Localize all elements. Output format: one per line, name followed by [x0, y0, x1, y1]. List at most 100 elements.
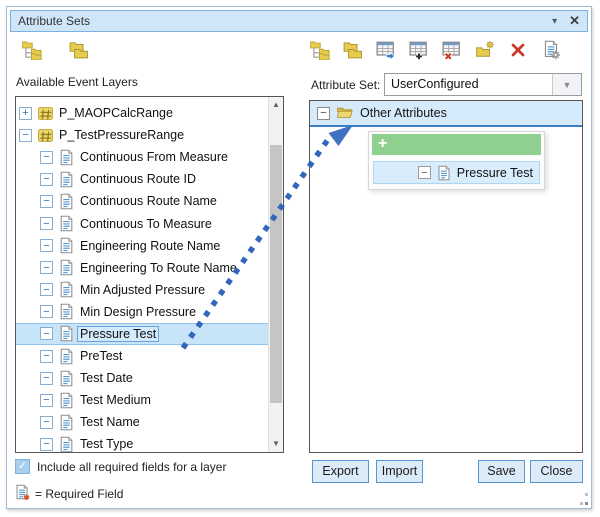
- table-export-icon: [376, 40, 396, 60]
- tree-item-label: Test Name: [80, 415, 140, 429]
- tree-item-label: Continuous From Measure: [80, 150, 228, 164]
- tree-item[interactable]: − Min Design Pressure: [16, 301, 268, 323]
- collapse-icon[interactable]: −: [40, 239, 53, 252]
- tree-item[interactable]: − Continuous To Measure: [16, 212, 268, 234]
- field-icon: [58, 193, 75, 210]
- dropdown-button[interactable]: ▼: [552, 74, 581, 95]
- scrollbar[interactable]: ▲ ▼: [268, 97, 283, 452]
- resize-grip[interactable]: [576, 493, 588, 505]
- collapse-folders-button[interactable]: [69, 40, 89, 60]
- table-add-icon: [409, 40, 429, 60]
- tree-item-label: Continuous Route Name: [80, 194, 217, 208]
- tree-item[interactable]: − Min Adjusted Pressure: [16, 279, 268, 301]
- drag-preview: + − Pressure Test: [368, 131, 545, 190]
- collapse-icon[interactable]: −: [317, 107, 330, 120]
- tree-item[interactable]: − P_TestPressureRange: [16, 124, 268, 146]
- dragged-item-label: Pressure Test: [457, 166, 533, 180]
- folder-new-icon: [475, 40, 495, 60]
- tree-item-selected[interactable]: − Pressure Test: [16, 323, 268, 345]
- collapse-icon[interactable]: −: [40, 438, 53, 451]
- required-field-legend: = Required Field: [35, 487, 123, 501]
- tree-item[interactable]: − Test Name: [16, 411, 268, 433]
- save-button[interactable]: Save: [478, 460, 525, 483]
- scrollbar-thumb[interactable]: [270, 145, 282, 403]
- export-button[interactable]: Export: [312, 460, 369, 483]
- collapse-icon[interactable]: −: [40, 195, 53, 208]
- collapse-icon[interactable]: −: [40, 173, 53, 186]
- attribute-set-dropdown[interactable]: UserConfigured ▼: [384, 73, 582, 96]
- field-icon: [58, 171, 75, 188]
- title-bar[interactable]: Attribute Sets ▾ ✕: [10, 10, 588, 32]
- tree-item-label: Min Adjusted Pressure: [80, 283, 205, 297]
- tree-item[interactable]: − Test Medium: [16, 389, 268, 411]
- tree-item-label: P_TestPressureRange: [59, 128, 184, 142]
- field-icon: [58, 325, 75, 342]
- open-folder-icon: [336, 104, 354, 122]
- close-button[interactable]: Close: [530, 460, 583, 483]
- close-icon[interactable]: ✕: [569, 13, 580, 29]
- collapse-icon[interactable]: −: [40, 372, 53, 385]
- collapse-folders-icon: [69, 40, 89, 60]
- event-layers-tree: + P_MAOPCalcRange − P_TestPressureRange …: [16, 102, 268, 453]
- collapse-icon[interactable]: −: [40, 350, 53, 363]
- table-remove-button[interactable]: [442, 40, 462, 60]
- tree-item-label: Engineering To Route Name: [80, 261, 237, 275]
- other-attributes-node[interactable]: − Other Attributes: [310, 101, 582, 127]
- collapse-icon[interactable]: −: [19, 129, 32, 142]
- tree-item-label: Continuous To Measure: [80, 217, 212, 231]
- collapse-icon: −: [418, 166, 431, 179]
- collapse-icon[interactable]: −: [40, 327, 53, 340]
- scroll-up-icon[interactable]: ▲: [269, 97, 283, 113]
- collapse-icon[interactable]: −: [40, 416, 53, 429]
- tree-item[interactable]: − Continuous Route ID: [16, 168, 268, 190]
- report-settings-icon: [541, 40, 561, 60]
- folder-new-button[interactable]: [475, 40, 495, 60]
- other-attributes-label: Other Attributes: [360, 106, 447, 120]
- collapse-icon[interactable]: −: [40, 217, 53, 230]
- collapse-icon[interactable]: −: [40, 394, 53, 407]
- collapse-icon[interactable]: −: [40, 305, 53, 318]
- field-icon: [58, 414, 75, 431]
- collapse-folders-button[interactable]: [343, 40, 363, 60]
- field-icon: [58, 392, 75, 409]
- tree-item-label: Test Type: [80, 437, 133, 451]
- tree-view-button[interactable]: [22, 40, 42, 60]
- field-icon: [58, 281, 75, 298]
- tree-item[interactable]: − PreTest: [16, 345, 268, 367]
- collapse-folders-icon: [343, 40, 363, 60]
- attribute-set-label: Attribute Set:: [311, 78, 380, 92]
- dialog-title: Attribute Sets: [18, 14, 90, 28]
- checkmark-icon: ✓: [18, 460, 27, 472]
- tree-item-label: Test Medium: [80, 393, 151, 407]
- tree-view-icon: [310, 40, 330, 60]
- report-settings-button[interactable]: [541, 40, 561, 60]
- scroll-down-icon[interactable]: ▼: [269, 436, 283, 452]
- collapse-icon[interactable]: −: [40, 261, 53, 274]
- field-icon: [58, 348, 75, 365]
- collapse-icon[interactable]: −: [40, 151, 53, 164]
- table-add-button[interactable]: [409, 40, 429, 60]
- import-button[interactable]: Import: [376, 460, 423, 483]
- collapse-icon[interactable]: −: [40, 283, 53, 296]
- available-event-layers-panel: + P_MAOPCalcRange − P_TestPressureRange …: [15, 96, 284, 453]
- include-required-fields-checkbox[interactable]: ✓: [15, 459, 30, 474]
- event-layer-icon: [37, 105, 54, 122]
- tree-item[interactable]: − Test Date: [16, 367, 268, 389]
- field-icon: [58, 215, 75, 232]
- table-export-button[interactable]: [376, 40, 396, 60]
- tree-item[interactable]: − Continuous From Measure: [16, 146, 268, 168]
- tree-item[interactable]: − Engineering To Route Name: [16, 257, 268, 279]
- tree-item[interactable]: − Test Type: [16, 433, 268, 453]
- tree-item[interactable]: + P_MAOPCalcRange: [16, 102, 268, 124]
- table-remove-icon: [442, 40, 462, 60]
- tree-item-label: PreTest: [80, 349, 122, 363]
- attribute-set-value: UserConfigured: [385, 74, 552, 95]
- tree-item[interactable]: − Engineering Route Name: [16, 235, 268, 257]
- event-layer-icon: [37, 127, 54, 144]
- right-toolbar: [310, 40, 561, 60]
- collapse-dialog-icon[interactable]: ▾: [552, 16, 557, 27]
- tree-item[interactable]: − Continuous Route Name: [16, 190, 268, 212]
- tree-view-button[interactable]: [310, 40, 330, 60]
- expand-icon[interactable]: +: [19, 107, 32, 120]
- delete-button[interactable]: [508, 40, 528, 60]
